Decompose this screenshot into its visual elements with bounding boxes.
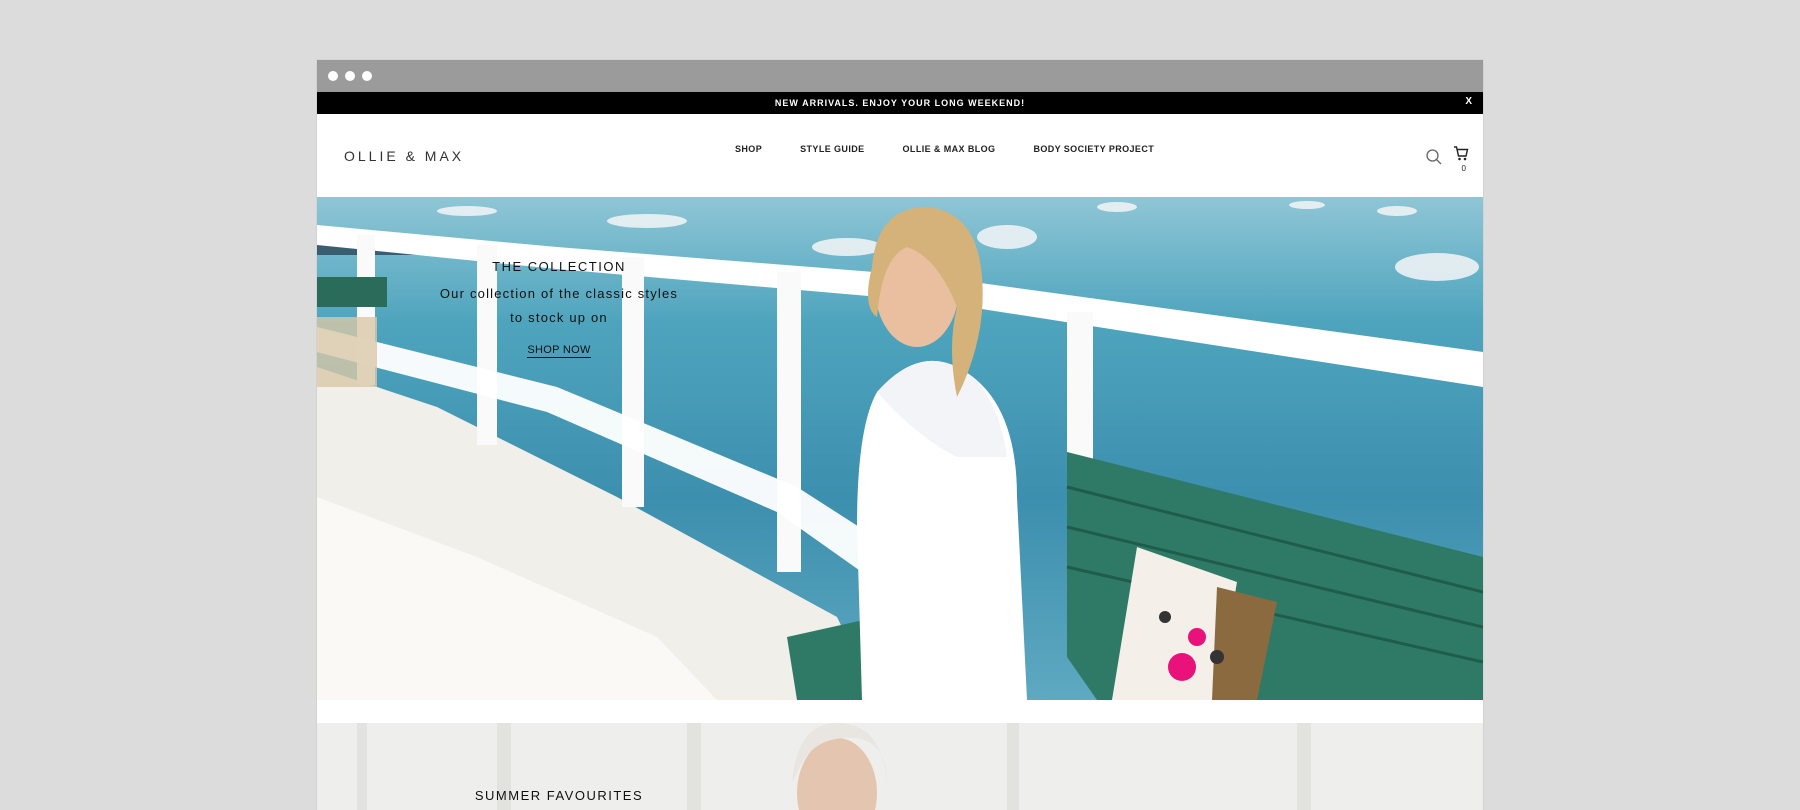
window-dot-icon[interactable] xyxy=(345,71,355,81)
announcement-text: NEW ARRIVALS. ENJOY YOUR LONG WEEKEND! xyxy=(774,98,1026,108)
summer-favourites-section: SUMMER FAVOURITES xyxy=(317,723,1483,810)
main-nav: SHOP STYLE GUIDE OLLIE & MAX BLOG BODY S… xyxy=(735,144,1192,154)
nav-item-body-society-project[interactable]: BODY SOCIETY PROJECT xyxy=(1033,144,1154,154)
window-dot-icon[interactable] xyxy=(362,71,372,81)
announcement-bar: NEW ARRIVALS. ENJOY YOUR LONG WEEKEND! X xyxy=(317,92,1483,114)
cart-count-badge: 0 xyxy=(1461,164,1466,173)
hero-title: THE COLLECTION xyxy=(492,259,626,274)
nav-item-shop[interactable]: SHOP xyxy=(735,144,762,154)
hero-subtitle-line2: to stock up on xyxy=(510,310,608,325)
browser-window: NEW ARRIVALS. ENJOY YOUR LONG WEEKEND! X… xyxy=(317,60,1483,810)
shop-now-link[interactable]: SHOP NOW xyxy=(527,344,591,358)
hero-banner: THE COLLECTION Our collection of the cla… xyxy=(317,197,1483,700)
hero-text-block: THE COLLECTION Our collection of the cla… xyxy=(399,259,719,358)
site-logo[interactable]: OLLIE & MAX xyxy=(344,148,464,164)
search-icon[interactable] xyxy=(1425,148,1443,166)
nav-item-style-guide[interactable]: STYLE GUIDE xyxy=(800,144,864,154)
summer-favourites-title: SUMMER FAVOURITES xyxy=(474,788,644,803)
cart-icon[interactable] xyxy=(1452,144,1470,162)
site-header: OLLIE & MAX SHOP STYLE GUIDE OLLIE & MAX… xyxy=(317,114,1483,197)
nav-item-blog[interactable]: OLLIE & MAX BLOG xyxy=(903,144,996,154)
hero-subtitle-line1: Our collection of the classic styles xyxy=(439,286,679,301)
browser-titlebar xyxy=(317,60,1483,92)
window-dot-icon[interactable] xyxy=(328,71,338,81)
close-announcement-button[interactable]: X xyxy=(1465,96,1473,107)
